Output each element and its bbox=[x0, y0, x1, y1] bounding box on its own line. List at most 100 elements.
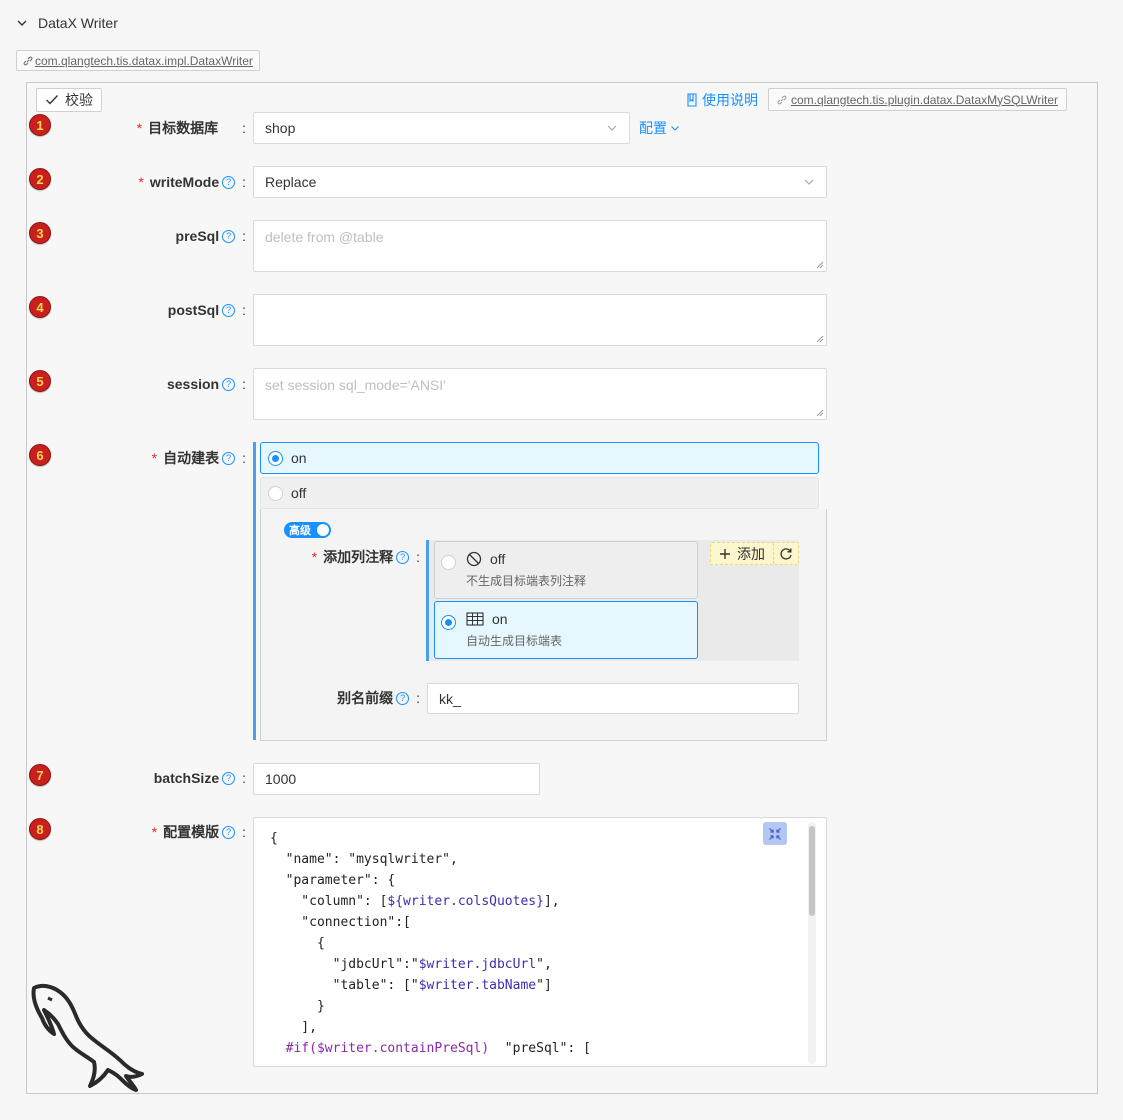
mysql-dolphin-icon bbox=[31, 983, 144, 1092]
step-badge: 5 bbox=[29, 370, 51, 392]
auto-create-option-off[interactable]: off bbox=[260, 477, 819, 509]
code-text: "preSql": [ bbox=[489, 1041, 591, 1056]
code-line: ], bbox=[270, 1020, 317, 1035]
code-variable: $writer.tabName bbox=[418, 978, 537, 993]
post-sql-label: postSql ? : bbox=[167, 302, 246, 318]
verify-button[interactable]: 校验 bbox=[36, 88, 102, 112]
expand-editor-button[interactable] bbox=[763, 822, 787, 845]
add-comment-option-off[interactable]: off 不生成目标端表列注释 bbox=[434, 541, 698, 599]
help-icon[interactable]: ? bbox=[222, 771, 236, 785]
resize-handle-icon[interactable] bbox=[816, 261, 824, 269]
code-text: { bbox=[270, 831, 278, 846]
radio-unselected-icon[interactable] bbox=[441, 555, 456, 570]
template-label: * 配置模版 ? : bbox=[151, 824, 246, 840]
chevron-down-icon bbox=[804, 179, 814, 185]
chevron-down-icon bbox=[671, 126, 679, 131]
refresh-icon bbox=[780, 547, 792, 560]
chevron-down-icon bbox=[607, 125, 617, 131]
link-icon bbox=[777, 95, 787, 104]
step-badge: 1 bbox=[29, 114, 51, 136]
step-badge: 2 bbox=[29, 168, 51, 190]
write-mode-select[interactable]: Replace bbox=[253, 166, 827, 198]
code-line: "jdbcUrl":"$writer.jdbcUrl", bbox=[270, 957, 552, 972]
help-icon[interactable]: ? bbox=[396, 550, 410, 564]
post-sql-textarea[interactable] bbox=[253, 294, 827, 346]
code-text: "connection":[ bbox=[270, 915, 411, 930]
ban-icon bbox=[466, 551, 482, 567]
plus-icon bbox=[720, 548, 730, 559]
link-icon bbox=[23, 56, 33, 65]
radio-selected-icon[interactable] bbox=[268, 450, 283, 466]
code-line: #if($writer.containPreSql) "preSql": [ bbox=[270, 1041, 591, 1056]
radio-unselected-icon[interactable] bbox=[268, 485, 283, 501]
help-icon[interactable]: ? bbox=[222, 175, 236, 189]
code-text: ], bbox=[543, 894, 560, 909]
auto-create-option-on[interactable]: on bbox=[260, 442, 819, 474]
template-code[interactable]: { "name": "mysqlwriter", "parameter": { … bbox=[270, 828, 591, 1059]
code-text: "name": "mysqlwriter", bbox=[270, 852, 458, 867]
step-badge: 6 bbox=[29, 444, 51, 466]
scrollbar-thumb[interactable] bbox=[809, 826, 815, 916]
help-icon[interactable]: ? bbox=[222, 825, 236, 839]
code-line: "table": ["$writer.tabName"] bbox=[270, 978, 552, 993]
add-button[interactable]: 添加 bbox=[710, 542, 799, 565]
help-icon[interactable]: ? bbox=[222, 377, 236, 391]
refresh-button[interactable] bbox=[774, 543, 798, 564]
advanced-toggle[interactable]: 高级 bbox=[284, 522, 331, 538]
doc-label: 使用说明 bbox=[702, 92, 758, 108]
session-label: session ? : bbox=[166, 376, 246, 392]
selection-indicator bbox=[253, 442, 256, 740]
radio-selected-icon[interactable] bbox=[441, 615, 456, 630]
help-icon[interactable]: ? bbox=[222, 303, 236, 317]
code-variable: ${writer.colsQuotes} bbox=[387, 894, 544, 909]
alias-prefix-input[interactable]: kk_ bbox=[427, 683, 799, 714]
config-dropdown-link[interactable]: 配置 bbox=[639, 118, 680, 138]
code-line: "connection":[ bbox=[270, 915, 411, 930]
code-line: "column": [${writer.colsQuotes}], bbox=[270, 894, 560, 909]
check-icon bbox=[46, 95, 59, 105]
step-badge: 8 bbox=[29, 818, 51, 840]
add-comment-label: * 添加列注释 ? : bbox=[311, 549, 420, 565]
template-code-editor[interactable]: { "name": "mysqlwriter", "parameter": { … bbox=[253, 817, 827, 1067]
help-icon[interactable]: ? bbox=[396, 691, 410, 705]
table-icon bbox=[466, 612, 484, 626]
write-mode-label: * writeMode ? : bbox=[138, 174, 246, 190]
step-badge: 7 bbox=[29, 764, 51, 786]
batch-size-label: batchSize ? : bbox=[153, 770, 246, 786]
code-text: "column": [ bbox=[270, 894, 388, 909]
code-text: } bbox=[270, 999, 325, 1014]
code-text: "] bbox=[536, 978, 552, 993]
help-icon[interactable]: ? bbox=[222, 229, 236, 243]
class-name-tag[interactable]: com.qlangtech.tis.datax.impl.DataxWriter bbox=[16, 50, 260, 71]
section-title: DataX Writer bbox=[38, 15, 118, 31]
config-label: 配置 bbox=[639, 120, 667, 136]
help-icon[interactable]: ? bbox=[222, 451, 236, 465]
target-db-select[interactable]: shop bbox=[253, 112, 630, 144]
plugin-class-tag[interactable]: com.qlangtech.tis.plugin.datax.DataxMySQ… bbox=[768, 88, 1068, 111]
doc-link[interactable]: 使用说明 bbox=[686, 90, 758, 110]
alias-prefix-label: 别名前缀 ? : bbox=[337, 690, 420, 706]
add-comment-option-on[interactable]: on 自动生成目标端表 bbox=[434, 601, 698, 659]
chevron-down-icon bbox=[17, 20, 27, 26]
step-badge: 3 bbox=[29, 222, 51, 244]
pre-sql-label: preSql ? : bbox=[175, 228, 246, 244]
verify-label: 校验 bbox=[65, 92, 93, 108]
code-line: "parameter": { bbox=[270, 873, 396, 888]
batch-size-input[interactable]: 1000 bbox=[253, 763, 540, 795]
code-line: } bbox=[270, 999, 325, 1014]
code-line: { bbox=[270, 936, 325, 951]
resize-handle-icon[interactable] bbox=[816, 335, 824, 343]
session-textarea[interactable]: set session sql_mode='ANSI' bbox=[253, 368, 827, 420]
plugin-class-text: com.qlangtech.tis.plugin.datax.DataxMySQ… bbox=[791, 92, 1059, 107]
section-header[interactable]: DataX Writer bbox=[16, 13, 118, 33]
code-text: "jdbcUrl":" bbox=[270, 957, 419, 972]
write-mode-value: Replace bbox=[265, 174, 317, 190]
code-line: { bbox=[270, 831, 278, 846]
code-text: ", bbox=[536, 957, 552, 972]
resize-handle-icon[interactable] bbox=[816, 409, 824, 417]
code-variable: $writer.jdbcUrl bbox=[418, 957, 537, 972]
code-text: "table": [" bbox=[270, 978, 419, 993]
pre-sql-placeholder: delete from @table bbox=[265, 229, 384, 245]
pre-sql-textarea[interactable]: delete from @table bbox=[253, 220, 827, 272]
